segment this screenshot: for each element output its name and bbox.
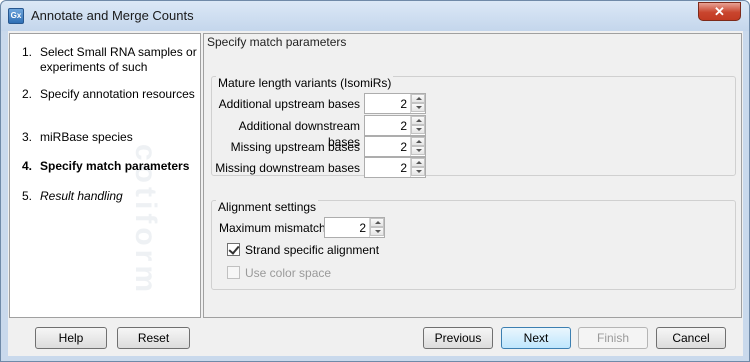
stepper-down-arrow-icon[interactable]: [411, 146, 425, 155]
step-label: miRBase species: [40, 130, 133, 144]
dialog-body: cotiform 1. Select Small RNA samples or …: [8, 31, 743, 356]
stepper-value: 2: [400, 161, 407, 175]
title-bar[interactable]: Gx Annotate and Merge Counts ✕: [1, 1, 749, 31]
missing-downstream-label: Missing downstream bases: [215, 161, 360, 175]
stepper-up-arrow-icon[interactable]: [411, 116, 425, 125]
panel-title: Specify match parameters: [207, 35, 347, 49]
stepper-down-arrow-icon[interactable]: [411, 103, 425, 112]
max-mismatches-label: Maximum mismatches: [219, 221, 339, 235]
group-title: Alignment settings: [216, 200, 319, 214]
next-button[interactable]: Next: [501, 327, 571, 349]
step-number: 4.: [22, 159, 33, 173]
stepper-down-arrow-icon[interactable]: [411, 167, 425, 176]
stepper-value: 2: [400, 97, 407, 111]
stepper-up-arrow-icon[interactable]: [411, 158, 425, 167]
stepper-value: 2: [400, 119, 407, 133]
step-label: Result handling: [40, 189, 123, 203]
step-number: 2.: [22, 87, 33, 101]
step-label: Specify annotation resources: [40, 87, 195, 101]
reset-button[interactable]: Reset: [117, 327, 190, 349]
missing-upstream-stepper[interactable]: 2: [364, 136, 426, 157]
max-mismatches-stepper[interactable]: 2: [324, 217, 385, 238]
stepper-up-arrow-icon[interactable]: [411, 94, 425, 103]
stepper-down-arrow-icon[interactable]: [411, 125, 425, 134]
additional-upstream-stepper[interactable]: 2: [364, 93, 426, 114]
step-label: Specify match parameters: [40, 159, 190, 173]
parameters-panel: Specify match parameters Mature length v…: [203, 33, 742, 318]
stepper-down-arrow-icon[interactable]: [370, 227, 384, 236]
color-space-label[interactable]: Use color space: [245, 265, 331, 281]
step-number: 5.: [22, 189, 33, 203]
window-title: Annotate and Merge Counts: [31, 8, 194, 23]
cancel-button[interactable]: Cancel: [656, 327, 726, 349]
wizard-steps-panel: cotiform 1. Select Small RNA samples or …: [9, 33, 201, 318]
finish-button[interactable]: Finish: [578, 327, 648, 349]
close-button[interactable]: ✕: [698, 2, 741, 21]
missing-upstream-label: Missing upstream bases: [230, 140, 360, 154]
step-number: 3.: [22, 130, 33, 144]
isomirs-group: Mature length variants (IsomiRs) Additio…: [211, 76, 736, 178]
stepper-value: 2: [400, 140, 407, 154]
group-title: Mature length variants (IsomiRs): [216, 76, 394, 90]
step-label: Select Small RNA samples or experiments …: [40, 45, 197, 74]
strand-specific-label[interactable]: Strand specific alignment: [245, 242, 379, 258]
strand-specific-checkbox[interactable]: [227, 243, 240, 256]
stepper-up-arrow-icon[interactable]: [411, 137, 425, 146]
dialog-window: Gx Annotate and Merge Counts ✕ cotiform …: [0, 0, 750, 362]
stepper-value: 2: [359, 221, 366, 235]
step-number: 1.: [22, 45, 33, 59]
previous-button[interactable]: Previous: [423, 327, 493, 349]
help-button[interactable]: Help: [35, 327, 107, 349]
color-space-checkbox[interactable]: [227, 266, 240, 279]
missing-downstream-stepper[interactable]: 2: [364, 157, 426, 178]
stepper-up-arrow-icon[interactable]: [370, 218, 384, 227]
additional-downstream-stepper[interactable]: 2: [364, 115, 426, 136]
additional-upstream-label: Additional upstream bases: [218, 97, 360, 111]
app-icon: Gx: [8, 8, 24, 24]
alignment-settings-group: Alignment settings Maximum mismatches 2 …: [211, 200, 736, 290]
